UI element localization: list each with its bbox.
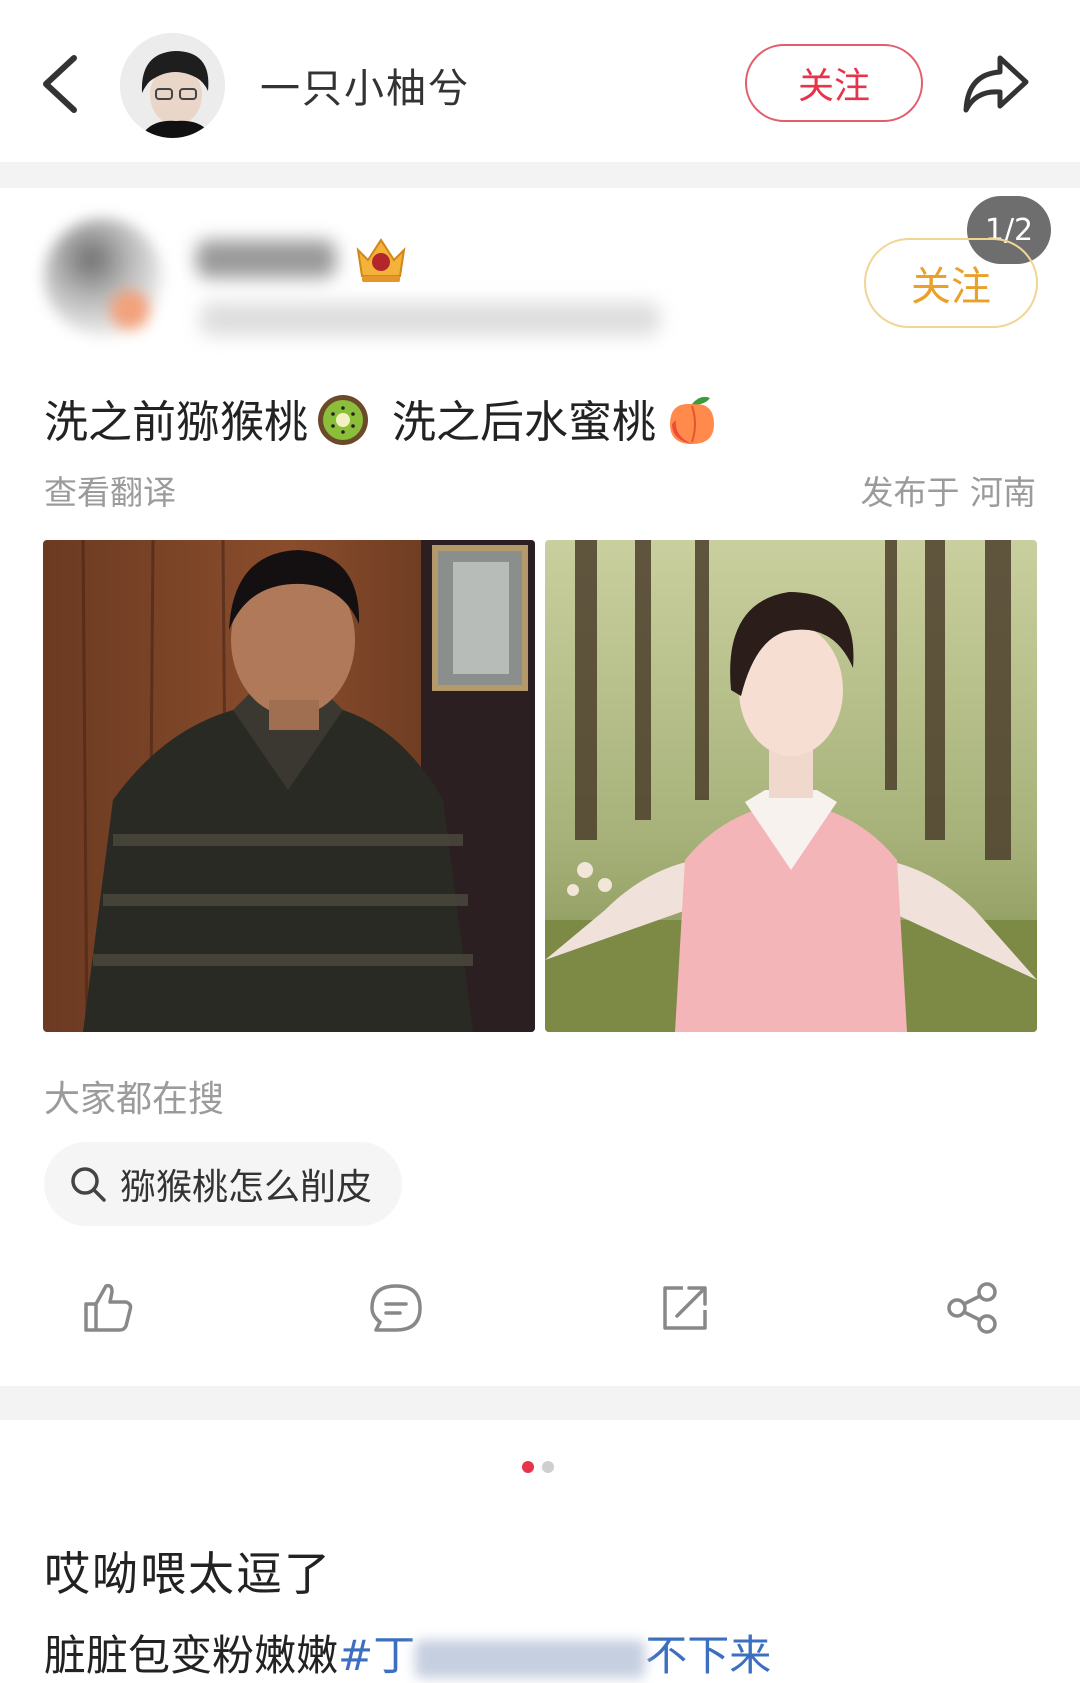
repost-button[interactable]	[657, 1280, 713, 1336]
author-meta-redacted	[200, 302, 660, 336]
follow-author-button[interactable]: 关注	[864, 238, 1038, 328]
share-button[interactable]	[945, 1280, 1001, 1336]
hashtag-redacted	[415, 1639, 646, 1678]
post-text-part1: 洗之前猕猴桃	[44, 397, 308, 448]
author-avatar[interactable]	[44, 218, 162, 336]
divider	[0, 1386, 1080, 1420]
post-text-part2: 洗之后水蜜桃	[392, 397, 656, 448]
hashtag-link[interactable]: #丁 不下来	[338, 1631, 771, 1680]
top-bar: 一只小柚兮 关注	[0, 0, 1080, 162]
like-button[interactable]	[80, 1280, 136, 1336]
comment-button[interactable]	[368, 1280, 424, 1336]
peach-emoji-icon	[664, 392, 720, 459]
comment-icon	[370, 1284, 422, 1332]
kiwi-emoji-icon	[316, 393, 370, 458]
next-post-text-prefix: 脏脏包变粉嫩嫩	[44, 1631, 339, 1680]
next-post-text: 脏脏包变粉嫩嫩#丁 不下来	[44, 1622, 771, 1683]
forward-arrow-icon	[963, 55, 1029, 113]
search-suggestion-chip[interactable]: 猕猴桃怎么削皮	[44, 1142, 403, 1226]
publish-location: 发布于 河南	[860, 473, 1037, 512]
carousel-dots	[522, 1461, 554, 1473]
next-post-title: 哎呦喂太逗了	[44, 1547, 332, 1601]
carousel-dot-active	[522, 1461, 534, 1473]
crown-badge-icon	[352, 232, 410, 284]
chevron-left-icon	[43, 55, 77, 113]
forward-button[interactable]	[960, 50, 1032, 118]
share-icon	[947, 1282, 997, 1334]
user-name[interactable]: 一只小柚兮	[260, 56, 470, 114]
divider	[0, 162, 1080, 188]
trending-search-label: 大家都在搜	[44, 1079, 225, 1120]
user-avatar[interactable]	[120, 33, 225, 138]
like-icon	[84, 1283, 133, 1332]
search-suggestion-text: 猕猴桃怎么削皮	[120, 1167, 373, 1208]
search-icon	[71, 1167, 106, 1202]
back-button[interactable]	[38, 52, 82, 116]
repost-icon	[663, 1286, 707, 1330]
view-translation-link[interactable]: 查看翻译	[44, 466, 176, 514]
post-image-2[interactable]	[545, 540, 1037, 1032]
post-text: 洗之前猕猴桃 洗之后水蜜桃	[44, 386, 728, 459]
hashtag-start: #丁	[338, 1631, 416, 1680]
carousel-dot	[542, 1461, 554, 1473]
author-name-redacted[interactable]	[196, 240, 336, 278]
follow-button[interactable]: 关注	[745, 44, 923, 122]
hashtag-end: 不下来	[645, 1631, 772, 1680]
post-image-1[interactable]	[43, 540, 535, 1032]
